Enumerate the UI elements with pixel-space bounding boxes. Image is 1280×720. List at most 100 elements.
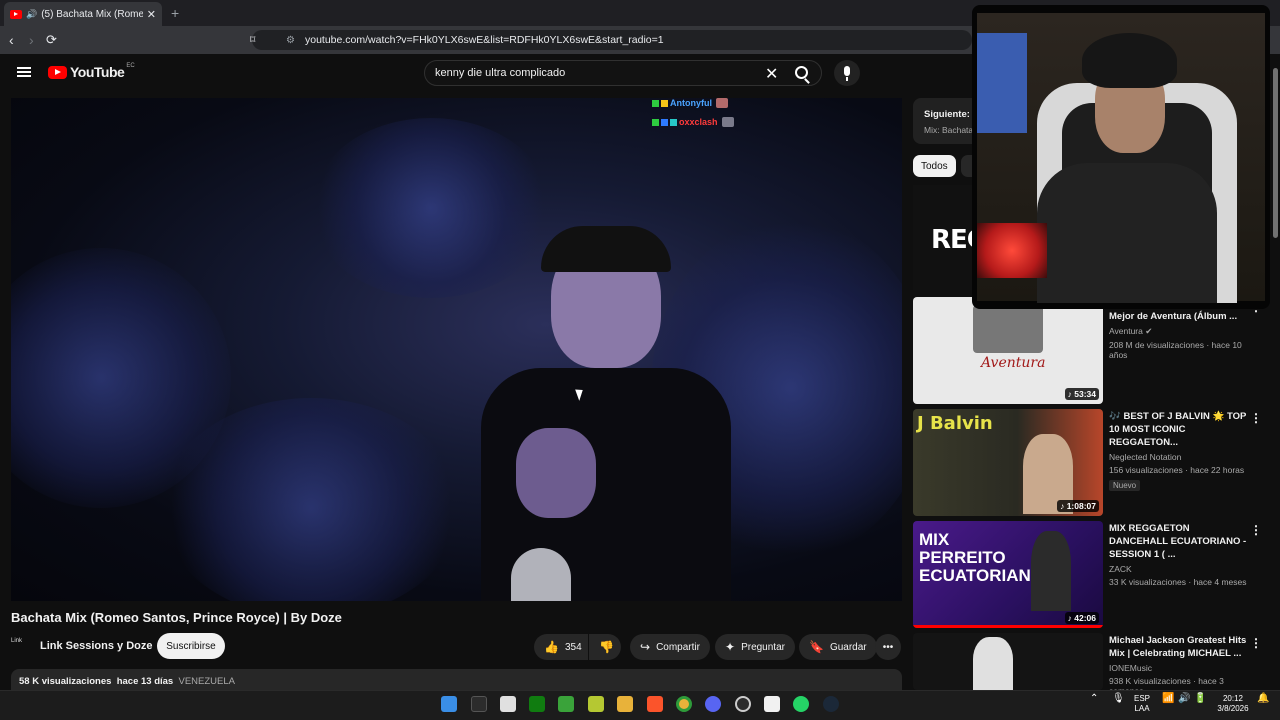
youtube-wordmark: YouTube bbox=[70, 64, 125, 80]
channel-name[interactable]: Link Sessions y Doze bbox=[40, 640, 152, 652]
share-button[interactable]: ↪ Compartir bbox=[630, 634, 710, 660]
omnibox[interactable]: ⌑ ⚙ youtube.com/watch?v=FHk0YLX6swE&list… bbox=[250, 30, 972, 50]
rec-info[interactable]: 🎶 BEST OF J BALVIN 🌟 TOP 10 MOST ICONIC … bbox=[1109, 410, 1249, 493]
page-scrollbar[interactable] bbox=[1271, 54, 1280, 690]
widgets-icon[interactable] bbox=[471, 696, 487, 712]
shirt-print bbox=[511, 548, 571, 601]
url-text[interactable]: youtube.com/watch?v=FHk0YLX6swE&list=RDF… bbox=[305, 34, 664, 46]
store-icon[interactable] bbox=[500, 696, 516, 712]
youtube-logo[interactable]: YouTube EC bbox=[48, 63, 135, 80]
rec-title[interactable]: MIX REGGAETON DANCEHALL ECUATORIANO - SE… bbox=[1109, 522, 1249, 561]
windows-taskbar bbox=[0, 690, 1280, 720]
youtube-play-icon bbox=[48, 65, 67, 79]
language-code: ESP bbox=[1134, 694, 1151, 703]
subscribe-button[interactable]: Suscribirse bbox=[157, 633, 225, 659]
clock-date: 3/8/2026 bbox=[1217, 704, 1249, 713]
clock[interactable]: 20:12 3/8/2026 bbox=[1216, 694, 1250, 714]
rec-title[interactable]: Mejor de Aventura (Álbum ... bbox=[1109, 310, 1249, 323]
rec-thumbnail[interactable] bbox=[913, 633, 1103, 690]
ask-button[interactable]: ✦ Preguntar bbox=[715, 634, 795, 660]
forward-icon[interactable]: › bbox=[29, 32, 34, 48]
bookmark-save-icon: 🔖 bbox=[809, 640, 824, 654]
microphone-icon[interactable]: 🎙 bbox=[1112, 694, 1125, 704]
speaker-icon[interactable]: 🔊 bbox=[26, 9, 37, 20]
more-actions-button[interactable]: ••• bbox=[875, 634, 901, 660]
bookmark-icon[interactable]: ⌑ bbox=[250, 34, 255, 46]
up-next-sub: Mix: Bachata bbox=[924, 125, 974, 135]
rec-thumbnail[interactable]: MIX PERREITO ECUATORIANO ♪ 42:06 bbox=[913, 521, 1103, 628]
start-icon[interactable] bbox=[441, 696, 457, 712]
language-indicator[interactable]: ESP LAA bbox=[1134, 694, 1150, 714]
video-meta: 58 K visualizaciones hace 13 días VENEZU… bbox=[19, 676, 235, 687]
thumbs-down-icon: 👎 bbox=[599, 640, 614, 654]
wifi-icon[interactable]: 📶 bbox=[1162, 694, 1174, 704]
clear-search-icon[interactable]: ✕ bbox=[765, 64, 778, 84]
emote-icon bbox=[721, 117, 734, 127]
tray-chevron-icon[interactable]: ⌃ bbox=[1090, 694, 1098, 704]
browser-tab[interactable]: 🔊 (5) Bachata Mix (Romeo Santo ✕ bbox=[4, 2, 162, 26]
rec-menu-icon[interactable]: ⋮ bbox=[1250, 636, 1262, 650]
tab-close-icon[interactable]: ✕ bbox=[147, 8, 156, 21]
capcut-icon[interactable] bbox=[764, 696, 780, 712]
rec-views: 156 visualizaciones · hace 22 horas bbox=[1109, 465, 1245, 475]
save-button[interactable]: 🔖 Guardar bbox=[799, 634, 877, 660]
voice-search-icon[interactable] bbox=[834, 60, 860, 86]
rec-channel-name: Aventura bbox=[1109, 326, 1143, 336]
obs-icon[interactable] bbox=[735, 696, 751, 712]
whatsapp-icon[interactable] bbox=[793, 696, 809, 712]
rec-menu-icon[interactable]: ⋮ bbox=[1250, 523, 1262, 537]
chrome-icon[interactable] bbox=[676, 696, 692, 712]
rec-channel[interactable]: IONEMusic bbox=[1109, 663, 1249, 673]
rec-channel[interactable]: Aventura ✔ bbox=[1109, 326, 1249, 337]
notification-icon[interactable]: 🔔 bbox=[1257, 694, 1269, 704]
xbox-icon[interactable] bbox=[529, 696, 545, 712]
battery-icon[interactable]: 🔋 bbox=[1194, 694, 1206, 704]
upload-age: hace 13 días bbox=[116, 676, 174, 687]
youtube-favicon-icon bbox=[10, 9, 22, 19]
rec-title[interactable]: Michael Jackson Greatest Hits Mix | Cele… bbox=[1109, 634, 1249, 660]
search-icon[interactable] bbox=[795, 66, 808, 79]
steam-icon[interactable] bbox=[823, 696, 839, 712]
game-icon[interactable] bbox=[588, 696, 604, 712]
search-input[interactable]: kenny die ultra complicado bbox=[435, 67, 565, 79]
share-icon: ↪ bbox=[640, 640, 651, 654]
chip-all[interactable]: Todos bbox=[913, 155, 956, 177]
new-tab-button[interactable]: + bbox=[171, 5, 179, 21]
thumbnail-text: MIX PERREITO ECUATORIANO bbox=[919, 530, 1044, 585]
duration-text: 53:34 bbox=[1074, 389, 1096, 399]
streamer-hair bbox=[1082, 33, 1177, 88]
rec-thumbnail[interactable]: Aventura ♪ 53:34 bbox=[913, 297, 1103, 404]
reload-icon[interactable]: ⟳ bbox=[46, 32, 57, 48]
rec-title[interactable]: 🎶 BEST OF J BALVIN 🌟 TOP 10 MOST ICONIC … bbox=[1109, 410, 1249, 449]
volume-icon[interactable]: 🔊 bbox=[1178, 694, 1190, 704]
back-icon[interactable]: ‹ bbox=[9, 32, 14, 48]
discord-icon[interactable] bbox=[705, 696, 721, 712]
brave-icon[interactable] bbox=[647, 696, 663, 712]
duration-badge: ♪ 53:34 bbox=[1064, 388, 1099, 400]
rec-info[interactable]: Michael Jackson Greatest Hits Mix | Cele… bbox=[1109, 634, 1249, 696]
badge-icon bbox=[652, 118, 659, 126]
band-photo bbox=[973, 305, 1043, 353]
file-explorer-icon[interactable] bbox=[617, 696, 633, 712]
search-box[interactable]: kenny die ultra complicado ✕ bbox=[424, 60, 822, 86]
site-info-icon[interactable]: ⚙ bbox=[286, 35, 295, 46]
rec-info[interactable]: Mejor de Aventura (Álbum ... Aventura ✔ … bbox=[1109, 310, 1249, 360]
rec-views: 208 M de visualizaciones · hace 10 años bbox=[1109, 340, 1242, 360]
dislike-button[interactable]: 👎 bbox=[589, 634, 621, 660]
scrollbar-thumb[interactable] bbox=[1273, 68, 1278, 238]
minecraft-icon[interactable] bbox=[558, 696, 574, 712]
performer-cap bbox=[541, 226, 671, 272]
like-button[interactable]: 👍 354 bbox=[534, 634, 588, 660]
share-label: Compartir bbox=[656, 641, 700, 653]
rec-info[interactable]: MIX REGGAETON DANCEHALL ECUATORIANO - SE… bbox=[1109, 522, 1249, 587]
rec-thumbnail[interactable]: J Balvin ♪ 1:08:07 bbox=[913, 409, 1103, 516]
menu-icon[interactable] bbox=[17, 67, 31, 77]
video-location: VENEZUELA bbox=[178, 676, 236, 687]
video-player[interactable] bbox=[11, 98, 902, 601]
foliage-shape bbox=[161, 398, 461, 601]
rec-channel[interactable]: ZACK bbox=[1109, 564, 1249, 574]
rec-channel[interactable]: Neglected Notation bbox=[1109, 452, 1249, 462]
clock-time: 20:12 bbox=[1222, 694, 1244, 703]
channel-avatar[interactable]: Link bbox=[11, 638, 33, 654]
rec-menu-icon[interactable]: ⋮ bbox=[1250, 411, 1262, 425]
